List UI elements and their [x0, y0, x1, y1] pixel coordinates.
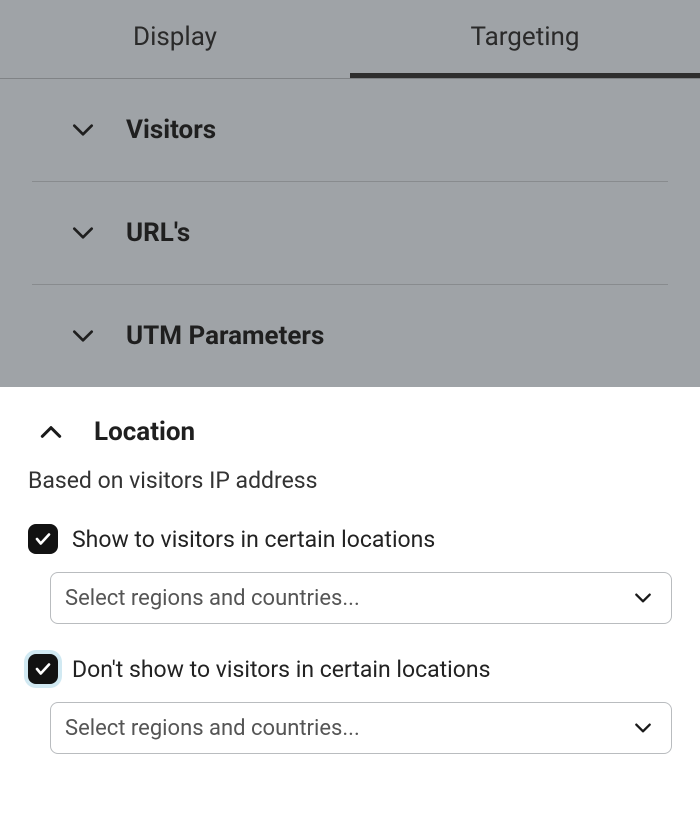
- show-option-checkbox[interactable]: [28, 524, 58, 554]
- tabs-bar: Display Targeting: [0, 0, 700, 79]
- hide-option-select[interactable]: Select regions and countries...: [50, 702, 672, 754]
- accordion-location-panel: Location Based on visitors IP address Sh…: [0, 387, 700, 784]
- hide-option-row: Don't show to visitors in certain locati…: [28, 654, 672, 684]
- chevron-down-icon: [70, 117, 96, 143]
- accordion-location-header[interactable]: Location: [0, 387, 700, 467]
- accordion-visitors[interactable]: Visitors: [32, 79, 668, 182]
- tab-targeting[interactable]: Targeting: [350, 0, 700, 78]
- show-option-select[interactable]: Select regions and countries...: [50, 572, 672, 624]
- hide-option-checkbox[interactable]: [28, 654, 58, 684]
- accordion-location-label: Location: [94, 417, 195, 447]
- chevron-down-icon: [633, 718, 653, 738]
- hide-select-placeholder: Select regions and countries...: [65, 716, 360, 741]
- chevron-down-icon: [633, 588, 653, 608]
- show-select-placeholder: Select regions and countries...: [65, 586, 360, 611]
- check-icon: [34, 530, 52, 548]
- show-option-label[interactable]: Show to visitors in certain locations: [72, 526, 435, 553]
- accordion-urls-label: URL's: [126, 218, 190, 248]
- accordion-urls[interactable]: URL's: [32, 182, 668, 285]
- show-option-row: Show to visitors in certain locations: [28, 524, 672, 554]
- accordion-utm[interactable]: UTM Parameters: [32, 285, 668, 387]
- accordion-visitors-label: Visitors: [126, 115, 216, 145]
- location-subtitle: Based on visitors IP address: [28, 467, 672, 494]
- tab-display-label: Display: [133, 22, 217, 52]
- check-icon: [34, 660, 52, 678]
- tab-display[interactable]: Display: [0, 0, 350, 78]
- chevron-down-icon: [70, 220, 96, 246]
- accordion-utm-label: UTM Parameters: [126, 321, 324, 351]
- hide-option-label[interactable]: Don't show to visitors in certain locati…: [72, 656, 490, 683]
- chevron-up-icon: [38, 419, 64, 445]
- tab-targeting-label: Targeting: [471, 22, 580, 52]
- chevron-down-icon: [70, 323, 96, 349]
